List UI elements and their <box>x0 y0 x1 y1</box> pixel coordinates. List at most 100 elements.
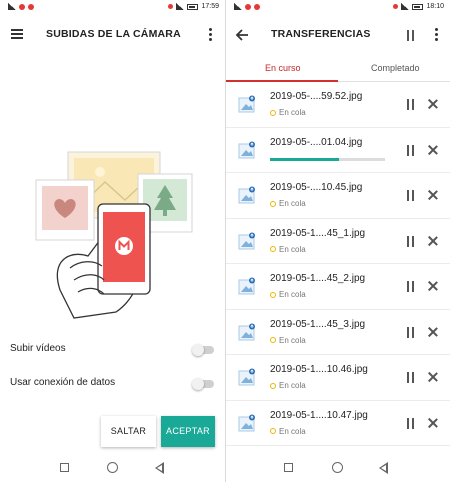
queued-icon <box>270 428 276 434</box>
cancel-transfer-icon[interactable] <box>428 99 438 109</box>
transfer-status: En cola <box>270 336 306 345</box>
upload-progress-bar <box>270 157 385 161</box>
status-label: En cola <box>279 290 306 299</box>
signal-icon <box>234 3 242 10</box>
back-nav-icon[interactable] <box>379 462 388 474</box>
pause-transfer-icon[interactable] <box>406 190 416 201</box>
queued-icon <box>270 109 276 116</box>
use-mobile-data-toggle[interactable] <box>192 378 214 390</box>
more-options-icon[interactable] <box>435 28 439 42</box>
notification-dot-icon <box>254 3 260 10</box>
system-nav-bar <box>226 452 450 482</box>
transfer-row[interactable]: 2019-05-1....10.47.jpg En cola <box>226 401 450 446</box>
status-label: En cola <box>279 426 306 436</box>
file-name: 2019-05-1....45_2.jpg <box>270 273 366 284</box>
pause-transfer-icon[interactable] <box>406 281 416 292</box>
file-name: 2019-05-1....45_1.jpg <box>270 227 366 239</box>
queued-icon <box>270 246 276 252</box>
image-file-icon <box>238 414 255 431</box>
transfer-status: En cola <box>270 245 306 254</box>
file-name: 2019-05-1....45_3.jpg <box>270 318 366 330</box>
back-arrow-icon[interactable] <box>235 28 249 42</box>
app-bar: SUBIDAS DE LA CÁMARA <box>0 16 225 54</box>
image-file-icon <box>238 232 255 249</box>
alarm-icon <box>393 4 399 9</box>
transfer-list: 2019-05-....59.52.jpg En cola 2019-05-....… <box>226 82 450 482</box>
status-label: En cola <box>279 381 306 390</box>
home-icon[interactable] <box>107 462 118 473</box>
file-name: 2019-05-1....10.47.jpg <box>270 409 368 421</box>
image-file-icon <box>238 277 255 295</box>
system-nav-bar <box>0 452 225 482</box>
signal-icon <box>8 3 16 10</box>
cancel-transfer-icon[interactable] <box>428 190 438 200</box>
cell-signal-icon <box>401 3 410 10</box>
transfer-row[interactable]: 2019-05-....59.52.jpg En cola <box>226 82 450 128</box>
transfers-screen: 18:10 TRANSFERENCIAS En curso Completado… <box>226 0 450 482</box>
recents-icon[interactable] <box>284 463 293 472</box>
pause-transfer-icon[interactable] <box>406 372 416 383</box>
notification-dot-icon <box>28 3 34 10</box>
alarm-icon <box>168 4 174 9</box>
transfer-row[interactable]: 2019-05-....01.04.jpg <box>226 128 450 173</box>
transfer-status: En cola <box>270 381 306 390</box>
camera-upload-illustration <box>35 151 193 319</box>
file-name: 2019-05-....10.45.jpg <box>270 182 363 193</box>
cancel-transfer-icon[interactable] <box>428 327 438 337</box>
transfer-status: En cola <box>270 427 306 436</box>
cell-signal-icon <box>176 3 185 10</box>
page-title: SUBIDAS DE LA CÁMARA <box>46 28 181 40</box>
queued-icon <box>270 291 276 298</box>
hamburger-menu-icon[interactable] <box>11 29 23 39</box>
cancel-transfer-icon[interactable] <box>428 236 438 246</box>
tab-completed[interactable]: Completado <box>371 63 420 73</box>
cancel-transfer-icon[interactable] <box>428 281 438 291</box>
queued-icon <box>270 337 276 343</box>
upload-videos-setting: Subir vídeos <box>0 338 225 362</box>
upload-videos-toggle[interactable] <box>192 344 214 356</box>
page-title: TRANSFERENCIAS <box>271 28 371 40</box>
pause-all-icon[interactable] <box>406 30 416 41</box>
pause-transfer-icon[interactable] <box>406 326 416 338</box>
transfer-row[interactable]: 2019-05-1....45_1.jpg En cola <box>226 219 450 264</box>
status-icons-left <box>8 3 34 10</box>
queued-icon <box>270 200 276 207</box>
file-name: 2019-05-1....10.46.jpg <box>270 364 368 375</box>
transfer-row[interactable]: 2019-05-1....45_3.jpg En cola <box>226 310 450 355</box>
home-icon[interactable] <box>332 462 343 473</box>
pause-transfer-icon[interactable] <box>406 235 416 247</box>
status-icons-right: 18:10 <box>393 3 444 10</box>
file-name: 2019-05-....01.04.jpg <box>270 136 363 148</box>
transfer-row[interactable]: 2019-05-1....10.46.jpg En cola <box>226 355 450 401</box>
image-file-icon <box>238 95 255 113</box>
recents-icon[interactable] <box>60 463 69 472</box>
status-time: 17:59 <box>201 3 219 10</box>
accept-button[interactable]: ACEPTAR <box>161 416 215 447</box>
notification-dot-icon <box>19 3 25 10</box>
pause-transfer-icon[interactable] <box>406 417 416 429</box>
use-mobile-data-label: Usar conexión de datos <box>10 377 116 388</box>
image-file-icon <box>238 141 255 158</box>
battery-icon <box>412 3 424 10</box>
image-file-icon <box>238 368 255 386</box>
skip-button[interactable]: SALTAR <box>101 416 156 447</box>
status-label: En cola <box>279 199 306 208</box>
pause-transfer-icon[interactable] <box>406 99 416 110</box>
status-icons-right: 17:59 <box>168 3 219 10</box>
back-nav-icon[interactable] <box>155 462 164 474</box>
cancel-transfer-icon[interactable] <box>428 145 438 155</box>
notification-dot-icon <box>245 3 251 10</box>
transfer-status: En cola <box>270 108 306 117</box>
pause-transfer-icon[interactable] <box>406 144 416 156</box>
cancel-transfer-icon[interactable] <box>428 418 438 428</box>
more-options-icon[interactable] <box>209 28 213 42</box>
status-bar: 17:59 <box>0 0 225 16</box>
transfer-row[interactable]: 2019-05-1....45_2.jpg En cola <box>226 264 450 310</box>
file-name: 2019-05-....59.52.jpg <box>270 91 363 102</box>
status-bar: 18:10 <box>226 0 450 16</box>
status-label: En cola <box>279 108 306 117</box>
tab-in-progress[interactable]: En curso <box>265 63 301 73</box>
cancel-transfer-icon[interactable] <box>428 372 438 382</box>
transfer-row[interactable]: 2019-05-....10.45.jpg En cola <box>226 173 450 219</box>
status-icons-left <box>234 3 260 10</box>
